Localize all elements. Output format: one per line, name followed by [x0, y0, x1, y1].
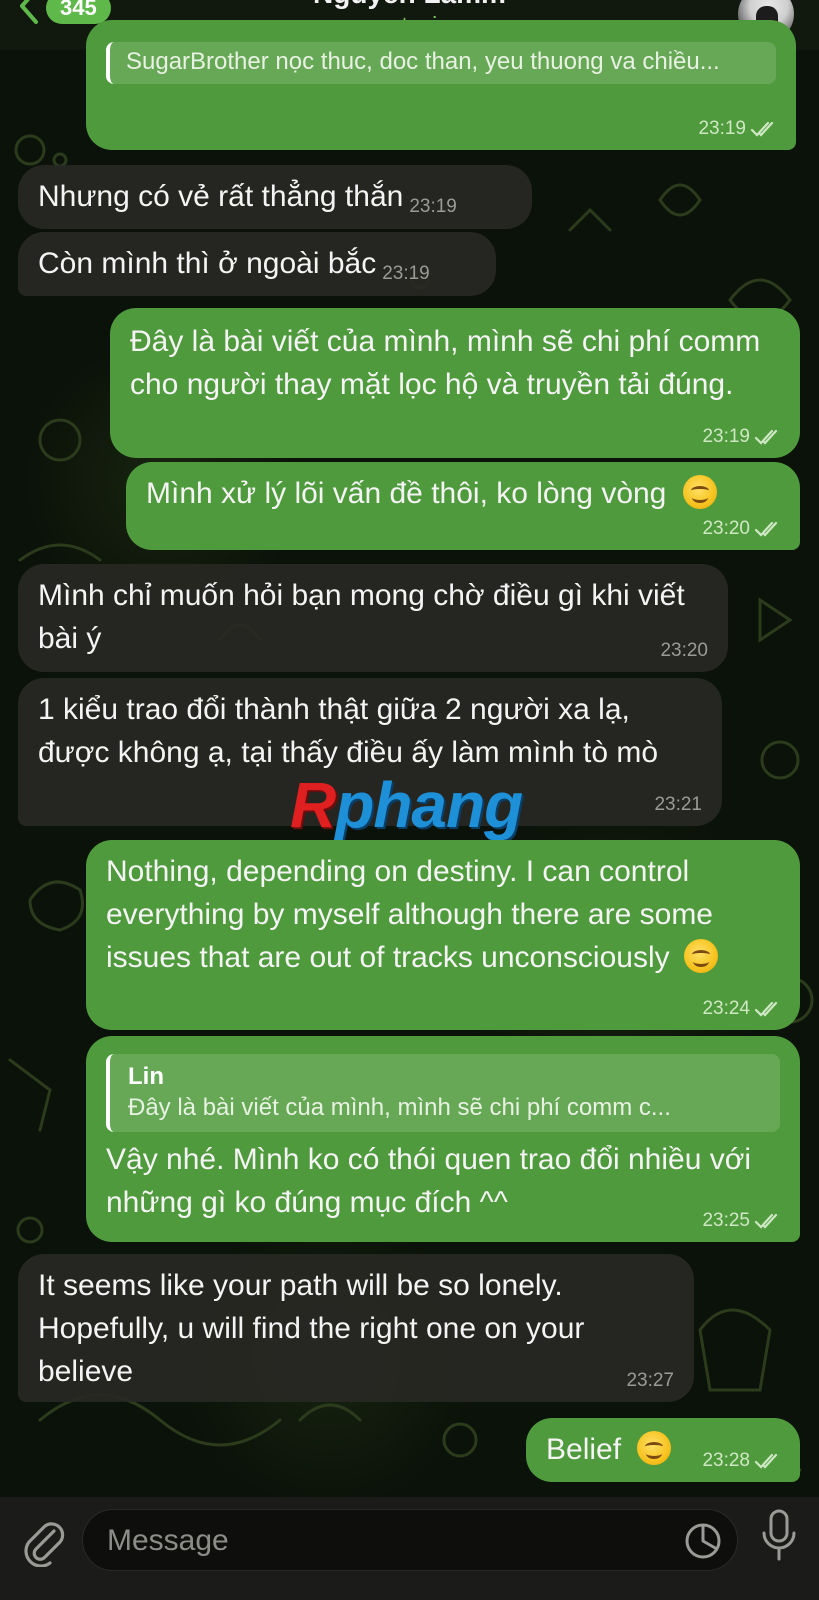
message-field	[82, 1509, 738, 1572]
message-text: Vậy nhé. Mình ko có thói quen trao đổi n…	[106, 1143, 752, 1219]
message-meta: 23:24	[702, 998, 782, 1020]
message-time: 23:24	[702, 998, 750, 1019]
message-bubble-outgoing[interactable]: SugarBrother nọc thuc, doc than, yeu thu…	[86, 20, 796, 150]
message-meta: 23:21	[654, 794, 702, 816]
double-check-icon	[754, 1213, 778, 1229]
watermark-first-letter: R	[290, 769, 336, 841]
double-check-icon	[754, 429, 778, 445]
message-meta: 23:19	[702, 426, 782, 448]
message-text: Còn mình thì ở ngoài bắc	[38, 247, 377, 280]
contact-name[interactable]: Nguyen Lamm	[0, 0, 819, 10]
message-time: 23:19	[698, 118, 746, 139]
microphone-icon[interactable]	[760, 1509, 798, 1563]
message-bubble-incoming[interactable]: Mình chỉ muốn hỏi bạn mong chờ điều gì k…	[18, 564, 728, 672]
reply-preview[interactable]: Lin Đây là bài viết của mình, mình sẽ ch…	[106, 1054, 780, 1132]
smiling-face-emoji	[683, 939, 718, 973]
message-input[interactable]	[105, 1510, 669, 1572]
message-time: 23:28	[702, 1450, 750, 1471]
double-check-icon	[754, 1001, 778, 1017]
message-bubble-outgoing[interactable]: Belief 23:28	[526, 1418, 800, 1482]
message-bubble-incoming[interactable]: Nhưng có vẻ rất thẳng thắn 23:19	[18, 165, 532, 229]
message-meta: 23:27	[626, 1370, 674, 1392]
smiling-face-emoji	[682, 475, 717, 509]
message-text: Đây là bài viết của mình, mình sẽ chi ph…	[130, 325, 761, 401]
message-meta: 23:20	[702, 518, 782, 540]
message-meta: 23:25	[702, 1210, 782, 1232]
message-meta: 23:19	[698, 118, 778, 140]
chat-screen: 345 Nguyen Lamm ●●●typing SugarBrother n…	[0, 0, 819, 1600]
reply-author: Lin	[128, 1063, 164, 1090]
message-composer	[0, 1497, 819, 1600]
reply-text: Đây là bài viết của mình, mình sẽ chi ph…	[128, 1094, 671, 1121]
message-bubble-outgoing[interactable]: Đây là bài viết của mình, mình sẽ chi ph…	[110, 308, 800, 458]
message-time: 23:20	[660, 640, 708, 661]
message-text: Belief	[546, 1433, 622, 1466]
message-bubble-incoming[interactable]: Còn mình thì ở ngoài bắc 23:19	[18, 232, 496, 296]
message-time: 23:19	[409, 196, 457, 217]
message-text: Mình chỉ muốn hỏi bạn mong chờ điều gì k…	[38, 579, 685, 655]
message-text: Nhưng có vẻ rất thẳng thắn	[38, 180, 404, 213]
message-time: 23:19	[382, 263, 430, 284]
message-text: It seems like your path will be so lonel…	[38, 1269, 585, 1388]
sticker-icon[interactable]	[684, 1522, 722, 1560]
message-meta: 23:20	[660, 640, 708, 662]
message-bubble-outgoing[interactable]: Lin Đây là bài viết của mình, mình sẽ ch…	[86, 1036, 800, 1242]
message-time: 23:19	[702, 426, 750, 447]
watermark-rest: phang	[335, 769, 523, 841]
message-text: Mình xử lý lõi vấn đề thôi, ko lòng vòng	[146, 477, 667, 510]
message-time: 23:27	[626, 1370, 674, 1391]
double-check-icon	[750, 121, 774, 137]
message-bubble-outgoing[interactable]: Nothing, depending on destiny. I can con…	[86, 840, 800, 1030]
message-bubble-incoming[interactable]: It seems like your path will be so lonel…	[18, 1254, 694, 1402]
double-check-icon	[754, 521, 778, 537]
message-time: 23:25	[702, 1210, 750, 1231]
message-bubble-outgoing[interactable]: Mình xử lý lõi vấn đề thôi, ko lòng vòng…	[126, 462, 800, 550]
message-text: 1 kiểu trao đổi thành thật giữa 2 người …	[38, 693, 659, 769]
message-meta: 23:28	[702, 1450, 782, 1472]
watermark-logo: Rphang	[290, 768, 523, 842]
paperclip-icon[interactable]	[20, 1517, 66, 1567]
message-time: 23:20	[702, 518, 750, 539]
message-text: Nothing, depending on destiny. I can con…	[106, 855, 713, 974]
message-text: SugarBrother nọc thuc, doc than, yeu thu…	[106, 42, 776, 84]
message-time: 23:21	[654, 794, 702, 815]
double-check-icon	[754, 1453, 778, 1469]
relieved-face-emoji	[637, 1431, 672, 1465]
